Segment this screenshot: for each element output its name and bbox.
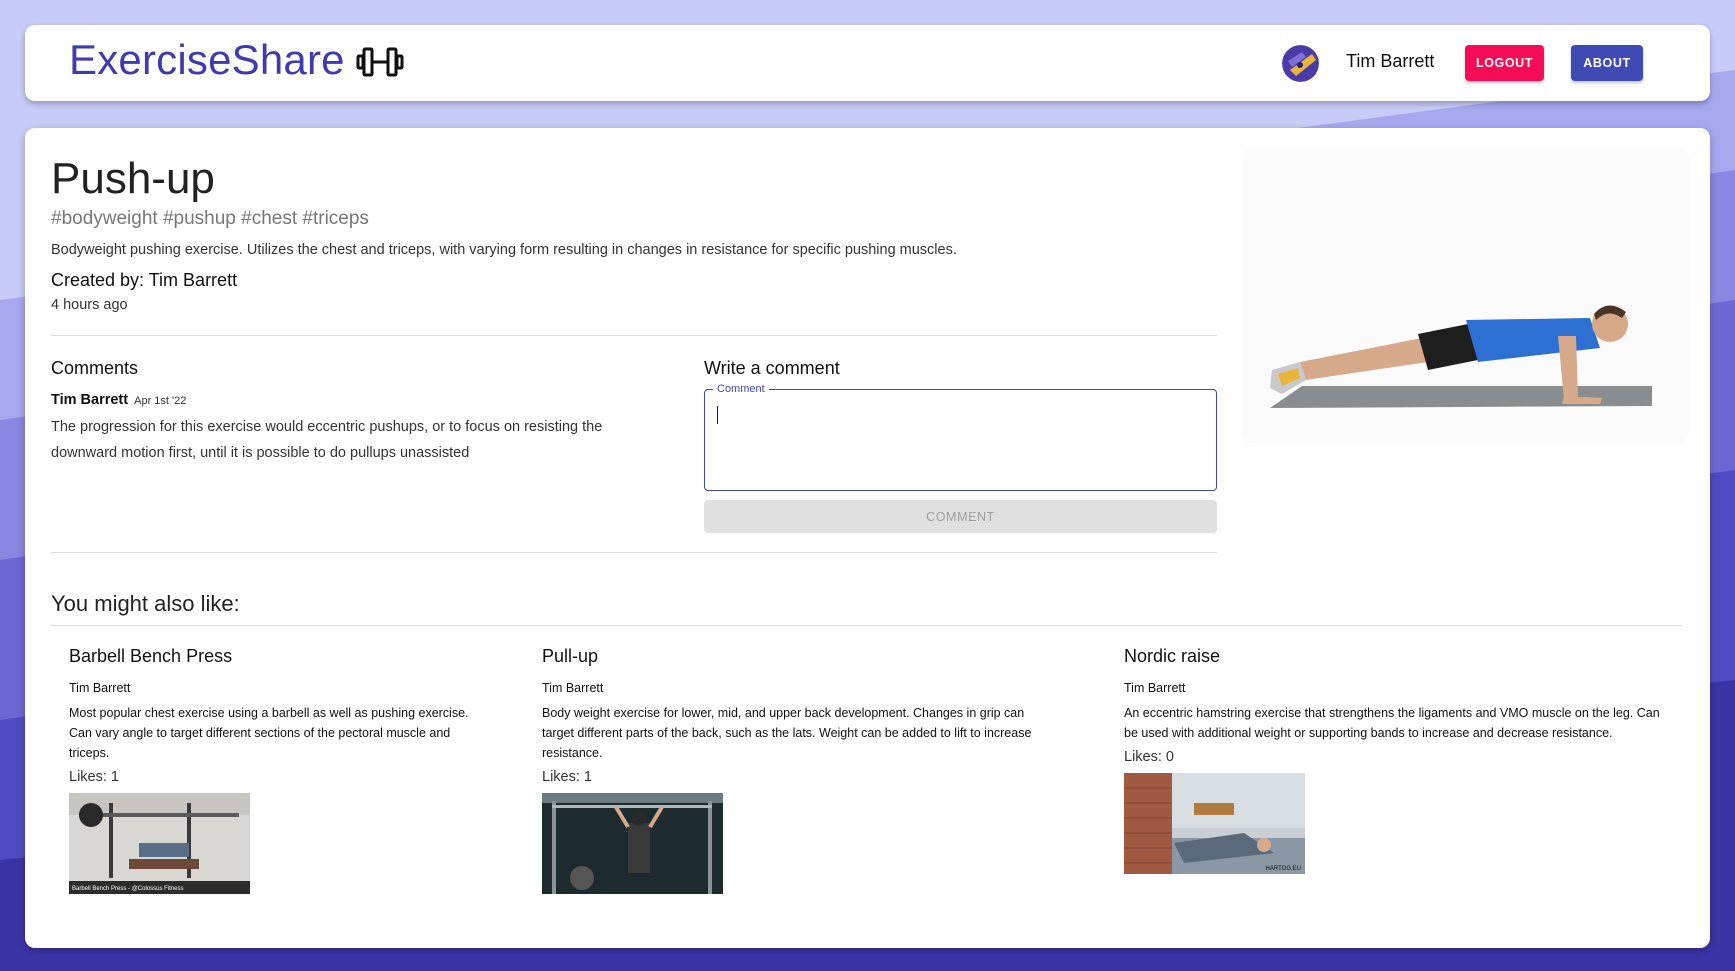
recommendation-author: Tim Barrett <box>69 681 131 695</box>
exercise-image <box>1242 148 1689 443</box>
recommendation-likes: Likes: 0 <box>1124 749 1174 765</box>
exercise-tags: #bodyweight #pushup #chest #triceps <box>51 208 369 229</box>
divider <box>51 625 1682 626</box>
recommendation-title[interactable]: Pull-up <box>542 646 1052 667</box>
recommendation-thumbnail[interactable]: Barbell Bench Press - @Colossus Fitness <box>69 793 250 894</box>
recommendation-thumbnail[interactable] <box>542 793 723 894</box>
recommendation-likes: Likes: 1 <box>542 769 592 785</box>
thumbnail-caption: Barbell Bench Press - @Colossus Fitness <box>72 886 184 892</box>
divider <box>51 335 1217 336</box>
exercise-timestamp: 4 hours ago <box>51 297 128 313</box>
recommendation-likes: Likes: 1 <box>69 769 119 785</box>
comment-input[interactable] <box>716 404 1206 479</box>
comment-author-name: Tim Barrett <box>51 392 129 408</box>
recommendation-card[interactable]: Pull-up Tim Barrett Body weight exercise… <box>542 646 1052 894</box>
about-button[interactable]: ABOUT <box>1571 45 1643 81</box>
recommendation-thumbnail[interactable]: HARTOG.EU <box>1124 773 1305 874</box>
recommendation-description: Most popular chest exercise using a barb… <box>69 706 469 760</box>
comments-heading: Comments <box>51 358 139 378</box>
recommendation-title[interactable]: Barbell Bench Press <box>69 646 489 667</box>
brand-title[interactable]: ExerciseShare <box>69 36 345 84</box>
user-name: Tim Barrett <box>1346 51 1435 71</box>
dumbbell-icon <box>356 47 404 77</box>
comment-text: The progression for this exercise would … <box>51 419 603 461</box>
exercise-card: Push-up #bodyweight #pushup #chest #tric… <box>25 128 1710 948</box>
exercise-author: Created by: Tim Barrett <box>51 270 238 290</box>
recommendations-heading: You might also like: <box>51 591 240 616</box>
recommendation-card[interactable]: Nordic raise Tim Barrett An eccentric ha… <box>1124 646 1664 874</box>
recommendation-card[interactable]: Barbell Bench Press Tim Barrett Most pop… <box>69 646 489 894</box>
recommendation-description: An eccentric hamstring exercise that str… <box>1124 706 1660 740</box>
comment-field[interactable]: Comment <box>704 383 1217 491</box>
exercise-description: Bodyweight pushing exercise. Utilizes th… <box>51 242 957 258</box>
recommendation-author: Tim Barrett <box>1124 681 1186 695</box>
divider <box>51 552 1217 553</box>
recommendation-description: Body weight exercise for lower, mid, and… <box>542 706 1032 760</box>
comment-field-label: Comment <box>713 383 769 395</box>
recommendation-author: Tim Barrett <box>542 681 604 695</box>
exercise-title: Push-up <box>51 154 215 203</box>
logout-button[interactable]: LOGOUT <box>1465 45 1544 81</box>
recommendation-title[interactable]: Nordic raise <box>1124 646 1664 667</box>
app-bar: ExerciseShare Tim Barrett LOGOUT ABOUT <box>25 25 1710 101</box>
avatar[interactable] <box>1282 45 1319 82</box>
comment-date: Apr 1st '22 <box>134 395 187 407</box>
comment-author: Tim Barrett Apr 1st '22 <box>51 392 186 408</box>
comment-button[interactable]: COMMENT <box>704 500 1217 533</box>
thumbnail-caption: HARTOG.EU <box>1265 866 1301 872</box>
write-comment-heading: Write a comment <box>704 358 840 378</box>
